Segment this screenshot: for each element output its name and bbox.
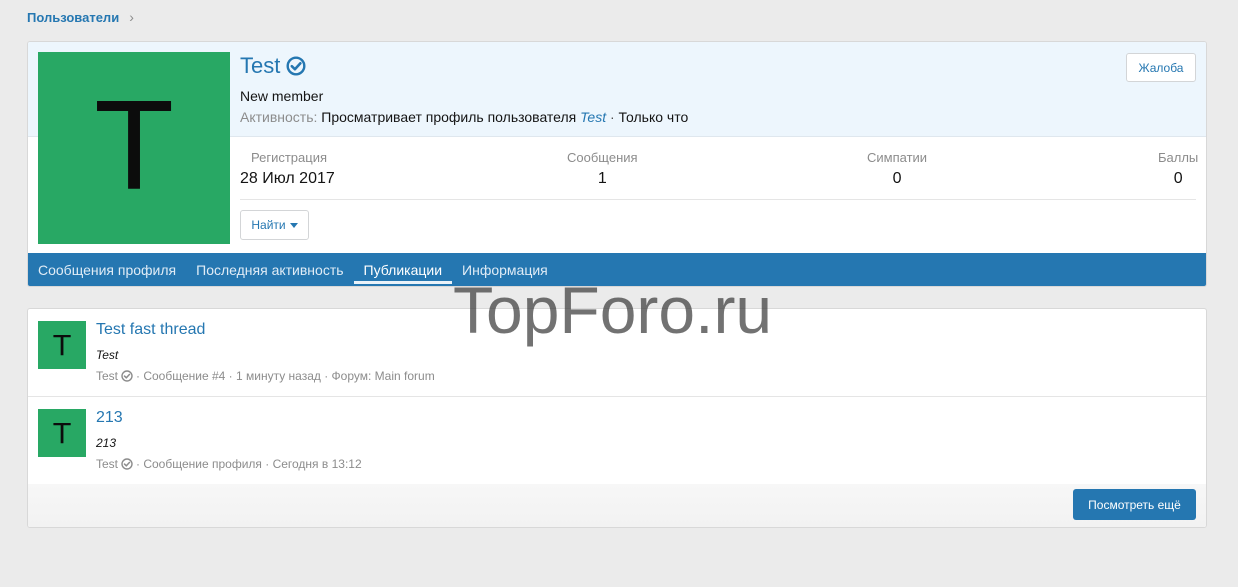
username-text[interactable]: Test [240, 53, 280, 79]
avatar-letter: T [97, 78, 171, 218]
stat-registered-value: 28 Июл 2017 [240, 170, 335, 187]
post-title-link[interactable]: Test fast thread [96, 321, 205, 339]
caret-down-icon [289, 222, 298, 228]
stat-likes: Симпатии 0 [867, 150, 927, 188]
stats-divider [240, 199, 1196, 200]
stat-points: Баллы 0 [1158, 150, 1198, 188]
stat-messages-label: Сообщения [567, 150, 638, 165]
find-button[interactable]: Найти [240, 210, 309, 240]
post-title-link[interactable]: 213 [96, 409, 123, 427]
tab-about[interactable]: Информация [452, 253, 558, 286]
post-avatar[interactable]: T [38, 321, 86, 369]
stat-registered-label: Регистрация [251, 150, 327, 165]
verified-check-icon [121, 458, 133, 470]
list-item: T 213 213 Test · Сообщение профиля · Сег… [28, 397, 1206, 485]
breadcrumb-link-users[interactable]: Пользователи [27, 10, 119, 25]
stat-points-label: Баллы [1158, 150, 1199, 165]
profile-avatar[interactable]: T [38, 52, 230, 244]
post-meta: Test · Сообщение профиля · Сегодня в 13:… [96, 457, 362, 471]
stat-registered: Регистрация 28 Июл 2017 [240, 150, 335, 188]
activity-user-link[interactable]: Test [580, 109, 606, 125]
user-title: New member [240, 88, 324, 104]
stat-likes-value: 0 [892, 170, 902, 187]
post-meta-text: · Сообщение #4 · 1 минуту назад · Форум:… [136, 369, 435, 383]
find-button-label: Найти [251, 218, 286, 232]
stat-likes-label: Симпатии [867, 150, 928, 165]
profile-card: T Test New member Активность: Просматрив… [27, 41, 1207, 287]
post-avatar[interactable]: T [38, 409, 86, 457]
activity-line: Активность: Просматривает профиль пользо… [240, 109, 688, 125]
verified-check-icon [121, 370, 133, 382]
activity-text: Просматривает профиль пользователя [321, 109, 577, 125]
chevron-right-icon: › [129, 9, 134, 25]
avatar-letter: T [53, 328, 71, 362]
post-author-link[interactable]: Test [96, 457, 118, 471]
tab-profile-posts[interactable]: Сообщения профиля [28, 253, 186, 286]
activity-label: Активность: [240, 109, 318, 125]
stat-messages: Сообщения 1 [567, 150, 638, 188]
report-button[interactable]: Жалоба [1126, 53, 1196, 82]
tab-latest-activity[interactable]: Последняя активность [186, 253, 353, 286]
breadcrumb: Пользователи › [27, 9, 134, 25]
post-snippet: Test [96, 348, 119, 362]
stat-points-value[interactable]: 0 [1158, 170, 1198, 188]
post-snippet: 213 [96, 436, 117, 450]
post-meta-text: · Сообщение профиля · Сегодня в 13:12 [136, 457, 362, 471]
postings-list: T Test fast thread Test Test · Сообщение… [27, 308, 1207, 528]
stat-messages-value[interactable]: 1 [567, 170, 638, 188]
post-author-link[interactable]: Test [96, 369, 118, 383]
post-meta: Test · Сообщение #4 · 1 минуту назад · Ф… [96, 369, 435, 383]
postings-footer: Посмотреть ещё [28, 484, 1206, 527]
profile-username: Test [240, 53, 306, 79]
see-more-button[interactable]: Посмотреть ещё [1073, 489, 1196, 520]
avatar-letter: T [53, 416, 71, 450]
activity-separator: · [609, 109, 615, 125]
profile-tabs: Сообщения профиля Последняя активность П… [28, 253, 1206, 286]
list-item: T Test fast thread Test Test · Сообщение… [28, 309, 1206, 397]
activity-time: Только что [618, 109, 689, 125]
tab-postings[interactable]: Публикации [353, 253, 453, 286]
verified-check-icon [286, 56, 306, 76]
